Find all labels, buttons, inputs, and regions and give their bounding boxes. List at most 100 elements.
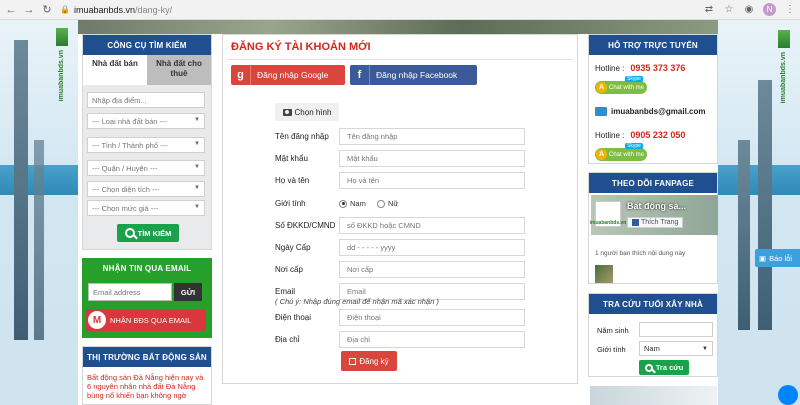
phone-input[interactable]: Điện thoại xyxy=(339,309,525,326)
market-header: THỊ TRƯỜNG BẤT ĐỘNG SẢN xyxy=(83,347,211,367)
username-input[interactable]: Tên đăng nhập xyxy=(339,128,525,145)
fanpage-cover[interactable]: imuabanbds.vn Bất động sả... Thích Trang xyxy=(590,195,718,235)
tower-image xyxy=(14,40,28,340)
gender-female-radio[interactable]: Nữ xyxy=(377,199,398,208)
gmail-icon: M xyxy=(88,311,106,329)
facebook-login-button[interactable]: f Đăng nhập Facebook xyxy=(350,65,477,85)
logo-icon xyxy=(56,28,68,46)
fanpage-logo: imuabanbds.vn xyxy=(590,201,626,227)
market-news-link[interactable]: Bất động sản Đà Nẵng hiện nay và 6 nguyê… xyxy=(87,373,209,400)
google-login-button[interactable]: g Đăng nhập Google xyxy=(231,65,345,85)
logo-icon xyxy=(778,30,790,48)
choose-image-button[interactable]: Chọn hình xyxy=(275,103,339,121)
messenger-chat-icon[interactable] xyxy=(778,385,798,405)
newsletter-submit-button[interactable]: GỬI xyxy=(174,283,202,301)
issue-date-input[interactable]: dd - - - - - yyyy xyxy=(339,239,525,256)
friend-avatar[interactable] xyxy=(595,265,613,283)
forward-icon[interactable]: → xyxy=(22,3,36,17)
tower-image xyxy=(758,80,772,330)
age-gender-select[interactable]: Nam ▼ xyxy=(639,341,713,356)
address-input[interactable]: Địa chỉ xyxy=(339,331,525,348)
username-label: Tên đăng nhập xyxy=(275,132,329,141)
area-select[interactable]: --- Chọn diện tích --- ▼ xyxy=(87,181,205,197)
translate-icon[interactable]: ⇄ xyxy=(703,4,715,15)
search-icon xyxy=(124,228,135,238)
issue-date-label: Ngày Cấp xyxy=(275,243,311,252)
price-select[interactable]: --- Chọn mức giá --- ▼ xyxy=(87,200,205,216)
hotline-2-number[interactable]: 0905 232 050 xyxy=(630,130,685,140)
age-lookup-panel: TRA CỨU TUỔI XÂY NHÀ Năm sinh Giới tính … xyxy=(588,293,718,377)
report-icon: ▣ xyxy=(759,253,767,263)
radio-checked-icon xyxy=(339,199,347,208)
property-type-select[interactable]: --- Loại nhà đất bán --- ▼ xyxy=(87,113,205,129)
top-banner-strip xyxy=(78,20,718,34)
registration-form: ĐĂNG KÝ TÀI KHOẢN MỚI g Đăng nhập Google… xyxy=(222,34,578,384)
search-button[interactable]: TÌM KIẾM xyxy=(117,224,179,242)
register-button[interactable]: Đăng ký xyxy=(341,351,397,371)
address-label: Địa chỉ xyxy=(275,335,300,344)
profile-avatar[interactable]: N xyxy=(763,3,776,16)
caret-down-icon: ▼ xyxy=(194,185,200,191)
camera-icon xyxy=(282,108,292,116)
password-input[interactable]: Mật khẩu xyxy=(339,150,525,167)
browser-toolbar: ← → ↻ 🔒 imuabanbds.vn/dang-ky/ ⇄ ☆ ◉ N ⋮ xyxy=(0,0,800,20)
fanpage-like-button[interactable]: Thích Trang xyxy=(627,217,684,228)
report-error-button[interactable]: ▣ Báo lỗi xyxy=(755,249,800,267)
issue-place-input[interactable]: Nơi cấp xyxy=(339,261,525,278)
newsletter-email-input[interactable]: Email address xyxy=(88,283,172,301)
menu-kebab-icon[interactable]: ⋮ xyxy=(784,4,796,15)
market-panel: THỊ TRƯỜNG BẤT ĐỘNG SẢN Bất động sản Đà … xyxy=(82,346,212,405)
lock-icon[interactable]: 🔒 xyxy=(60,5,70,15)
facebook-icon: f xyxy=(350,65,370,85)
idcard-label: Số ĐKKD/CMND xyxy=(275,221,336,230)
caret-down-icon: ▼ xyxy=(194,164,200,170)
fanpage-like-count: 1 người bạn thích nội dung này xyxy=(595,250,686,257)
extension-icon[interactable]: ◉ xyxy=(743,4,755,15)
birth-year-input[interactable] xyxy=(639,322,713,337)
caret-down-icon: ▼ xyxy=(702,345,708,352)
skype-icon: Skype xyxy=(625,143,643,149)
caret-down-icon: ▼ xyxy=(194,204,200,210)
chat-button-1[interactable]: SkypeChat with me xyxy=(595,76,647,94)
chat-button-2[interactable]: SkypeChat with me xyxy=(595,143,647,161)
province-select[interactable]: --- Tỉnh / Thành phố --- ▼ xyxy=(87,137,205,153)
gender-male-radio[interactable]: Nam xyxy=(339,199,366,208)
district-select[interactable]: --- Quận / Huyện --- ▼ xyxy=(87,160,205,176)
fullname-input[interactable]: Họ và tên xyxy=(339,172,525,189)
fanpage-header: THEO DÕI FANPAGE xyxy=(589,173,717,193)
tab-for-rent[interactable]: Nhà đất cho thuê xyxy=(147,55,211,85)
issue-place-label: Nơi cấp xyxy=(275,265,303,274)
bookmark-star-icon[interactable]: ☆ xyxy=(723,4,735,15)
url-path: /dang-ky/ xyxy=(135,4,173,15)
caret-down-icon: ▼ xyxy=(194,117,200,123)
age-gender-label: Giới tính xyxy=(597,345,626,354)
fullname-label: Họ và tên xyxy=(275,176,310,185)
tab-for-sale[interactable]: Nhà đất bán xyxy=(83,55,147,85)
hotline-2: Hotline :0905 232 050 xyxy=(595,130,686,140)
google-icon: g xyxy=(231,65,251,85)
email-icon xyxy=(595,107,607,116)
right-side-banner: imuabanbds.vn xyxy=(718,20,800,405)
hotline-1-number[interactable]: 0935 373 376 xyxy=(630,63,685,73)
address-bar[interactable]: imuabanbds.vn/dang-ky/ xyxy=(74,5,172,15)
save-icon xyxy=(349,357,357,365)
newsletter-header: NHẬN TIN QUA EMAIL xyxy=(82,258,212,278)
location-input[interactable]: Nhập địa điểm... xyxy=(87,92,205,108)
support-header: HỖ TRỢ TRỰC TUYẾN xyxy=(589,35,717,55)
support-email[interactable]: imuabanbds@gmail.com xyxy=(595,107,705,116)
fanpage-name[interactable]: Bất động sả... xyxy=(627,201,686,211)
side-logo-text: imuabanbds.vn xyxy=(780,52,787,104)
search-panel: CÔNG CỤ TÌM KIẾM Nhà đất bán Nhà đất cho… xyxy=(82,34,212,250)
skype-icon: Skype xyxy=(625,76,643,82)
newsletter-panel: NHẬN TIN QUA EMAIL Email address GỬI M N… xyxy=(82,258,212,338)
phone-label: Điện thoại xyxy=(275,313,312,322)
radio-unchecked-icon xyxy=(377,199,385,208)
age-lookup-button[interactable]: Tra cứu xyxy=(639,360,689,375)
bottom-banner xyxy=(590,386,717,405)
idcard-input[interactable]: số ĐKKD hoặc CMND xyxy=(339,217,525,234)
reload-icon[interactable]: ↻ xyxy=(40,3,54,17)
back-icon[interactable]: ← xyxy=(4,3,18,17)
password-label: Mật khẩu xyxy=(275,154,308,163)
bds-email-button[interactable]: M NHẬN BĐS QUA EMAIL xyxy=(86,309,206,331)
url-domain: imuabanbds.vn xyxy=(74,4,136,15)
